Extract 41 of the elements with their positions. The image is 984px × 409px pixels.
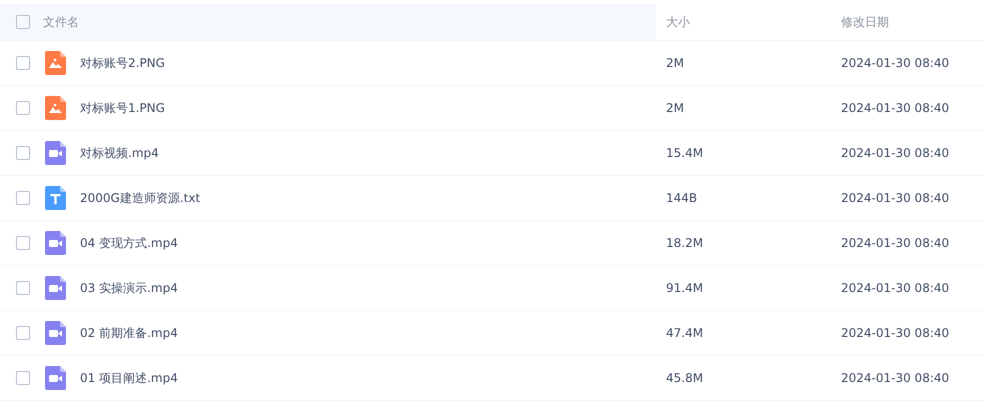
video-file-icon — [45, 276, 66, 300]
file-name[interactable]: 02 前期准备.mp4 — [80, 324, 178, 342]
file-name[interactable]: 01 项目阐述.mp4 — [80, 370, 178, 386]
row-checkbox[interactable] — [16, 371, 30, 385]
row-checkbox[interactable] — [16, 56, 30, 70]
modified-date: 2024-01-30 08:40 — [841, 281, 950, 295]
video-file-icon — [45, 231, 66, 255]
row-checkbox[interactable] — [16, 191, 30, 205]
modified-date: 2024-01-30 08:40 — [841, 191, 950, 205]
file-size: 144B — [666, 191, 698, 205]
row-checkbox[interactable] — [16, 236, 30, 250]
image-file-icon — [45, 96, 66, 120]
select-all-checkbox[interactable] — [16, 15, 30, 29]
modified-date: 2024-01-30 08:40 — [841, 236, 950, 250]
file-size: 15.4M — [666, 146, 704, 160]
file-name[interactable]: 2000G建造师资源.txt — [80, 190, 200, 206]
row-checkbox[interactable] — [16, 146, 30, 160]
row-checkbox[interactable] — [16, 326, 30, 340]
text-file-icon — [45, 186, 66, 210]
file-name[interactable]: 对标账号1.PNG — [80, 100, 165, 116]
modified-date: 2024-01-30 08:40 — [841, 326, 950, 340]
video-file-icon — [45, 366, 66, 390]
file-size: 2M — [666, 56, 684, 70]
file-size: 18.2M — [666, 236, 704, 250]
video-file-icon — [45, 321, 66, 345]
modified-date: 2024-01-30 08:40 — [841, 371, 950, 385]
row-checkbox[interactable] — [16, 101, 30, 115]
image-file-icon — [45, 51, 66, 75]
file-size: 91.4M — [666, 281, 704, 295]
modified-date: 2024-01-30 08:40 — [841, 146, 950, 160]
video-file-icon — [45, 141, 66, 165]
file-name[interactable]: 对标视频.mp4 — [80, 144, 159, 162]
modified-date: 2024-01-30 08:40 — [841, 101, 950, 115]
file-name[interactable]: 04 变现方式.mp4 — [80, 234, 178, 252]
file-name[interactable]: 03 实操演示.mp4 — [80, 280, 178, 296]
file-size: 2M — [666, 101, 684, 115]
file-size: 45.8M — [666, 371, 704, 385]
file-name[interactable]: 对标账号2.PNG — [80, 54, 165, 72]
modified-date: 2024-01-30 08:40 — [841, 56, 950, 70]
file-size: 47.4M — [666, 326, 704, 340]
row-checkbox[interactable] — [16, 281, 30, 295]
